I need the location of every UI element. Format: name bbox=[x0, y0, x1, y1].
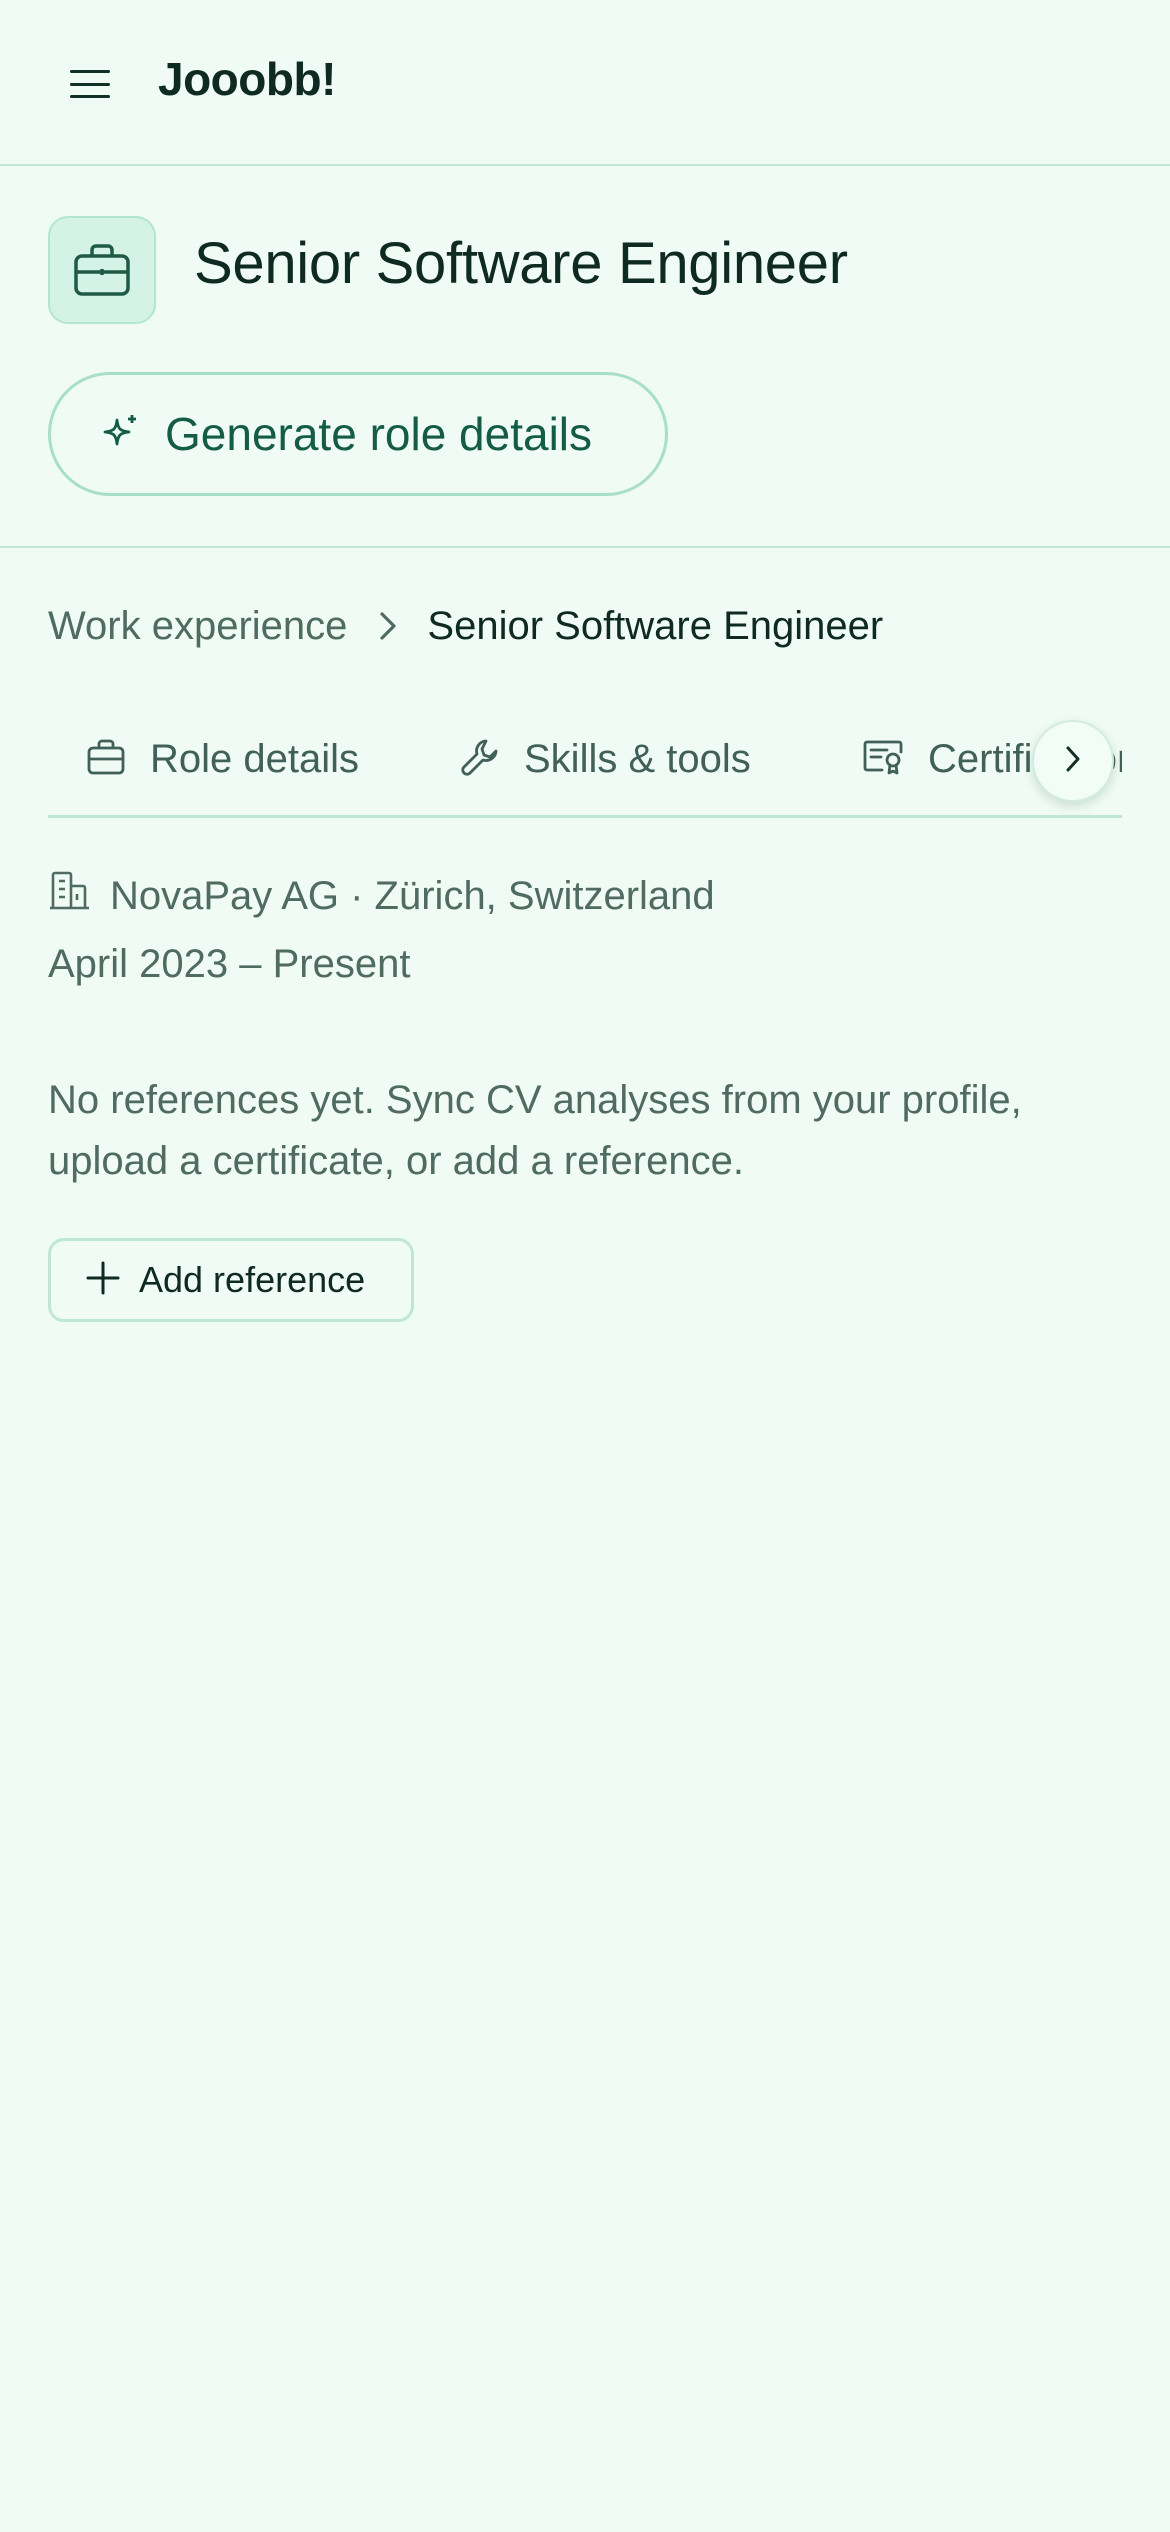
breadcrumb-work-experience[interactable]: Work experience bbox=[48, 604, 347, 649]
add-reference-button[interactable]: Add reference bbox=[48, 1238, 414, 1322]
sparkle-icon bbox=[101, 412, 141, 457]
empty-references-message: No references yet. Sync CV analyses from… bbox=[48, 1078, 1022, 1183]
certificate-icon bbox=[862, 738, 904, 781]
briefcase-icon bbox=[86, 738, 126, 781]
tab-bar: Role details Skills & tools Certificatio… bbox=[48, 714, 1122, 818]
briefcase-icon bbox=[48, 216, 156, 324]
top-app-bar: Jooobb! bbox=[0, 0, 1170, 166]
app-logo[interactable]: Jooobb! bbox=[158, 52, 336, 106]
company-location: NovaPay AG · Zürich, Switzerland bbox=[48, 868, 715, 924]
wrench-icon bbox=[460, 737, 500, 782]
hamburger-menu-icon[interactable] bbox=[66, 64, 114, 104]
breadcrumb-current: Senior Software Engineer bbox=[427, 603, 884, 648]
employment-dates: April 2023 – Present bbox=[48, 942, 411, 986]
building-icon bbox=[48, 870, 92, 922]
page-title: Senior Software Engineer bbox=[194, 231, 848, 296]
generate-role-details-button[interactable]: Generate role details bbox=[48, 372, 668, 496]
tab-label: Role details bbox=[150, 736, 360, 781]
company-name-location: NovaPay AG · Zürich, Switzerland bbox=[110, 873, 715, 918]
menu-line bbox=[70, 95, 110, 98]
menu-line bbox=[70, 70, 110, 73]
role-header: Senior Software Engineer Generate role d… bbox=[0, 166, 1170, 548]
chevron-right-icon bbox=[1063, 744, 1083, 779]
tab-skills-tools[interactable]: Skills & tools bbox=[460, 714, 751, 804]
chevron-right-icon bbox=[377, 609, 399, 643]
tabs-scroll-right-button[interactable] bbox=[1032, 720, 1114, 802]
tab-label: Skills & tools bbox=[524, 736, 751, 781]
menu-line bbox=[70, 82, 110, 86]
tab-role-details[interactable]: Role details bbox=[86, 714, 359, 804]
breadcrumb: Work experience Senior Software Engineer bbox=[48, 598, 883, 654]
add-reference-label: Add reference bbox=[139, 1259, 366, 1300]
plus-icon bbox=[85, 1260, 121, 1301]
generate-role-details-label: Generate role details bbox=[165, 408, 593, 460]
